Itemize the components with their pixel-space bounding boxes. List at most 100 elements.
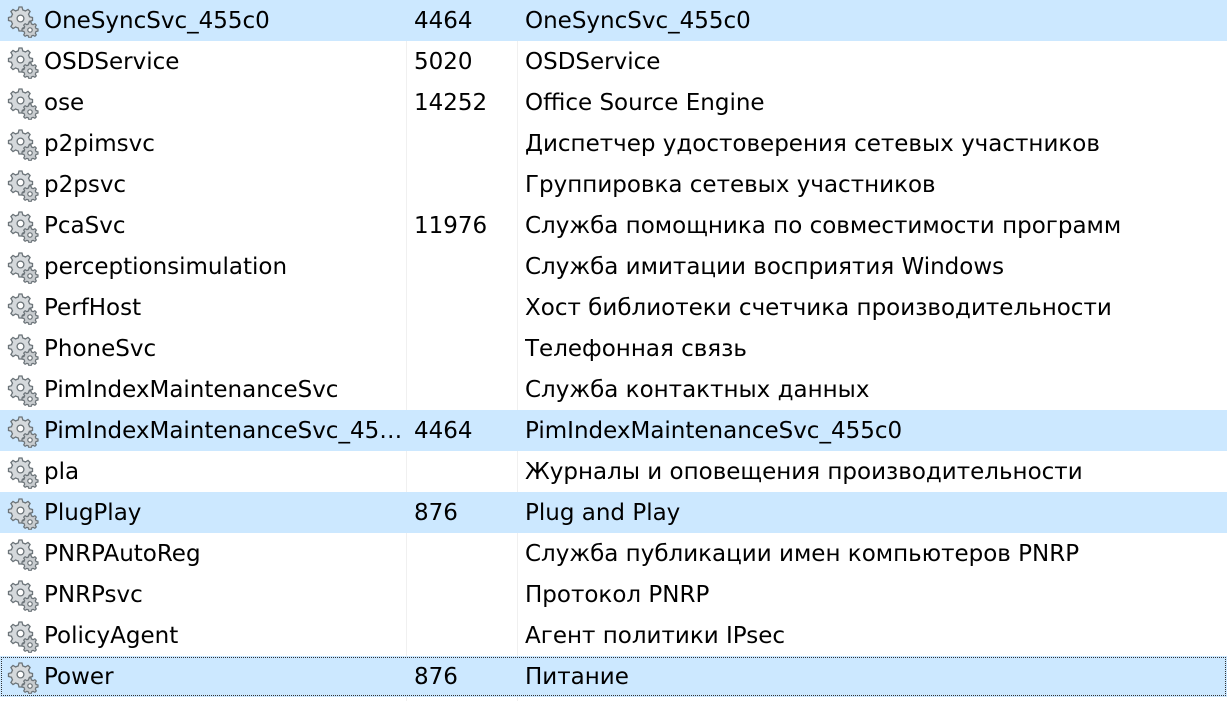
service-name-cell: pla [6,451,404,492]
service-pid [414,328,514,369]
service-description: Протокол PNRP [525,581,710,608]
service-name-cell: PNRPsvc [6,574,404,615]
service-pid: 876 [414,663,458,690]
service-row[interactable]: PlugPlay 876 Plug and Play [0,492,1227,533]
service-description: Office Source Engine [525,89,765,116]
service-description: Агент политики IPsec [525,622,785,649]
service-row[interactable]: Power 876 Питание [0,656,1227,697]
service-gear-icon [7,5,39,38]
service-gear-icon [7,620,39,653]
service-name: PNRPAutoReg [44,540,201,567]
service-name: p2psvc [44,171,127,198]
service-description: Телефонная связь [525,335,747,362]
service-name: PcaSvc [44,212,126,239]
service-gear-icon [7,46,39,79]
service-row[interactable]: PhoneSvc Телефонная связь [0,328,1227,369]
service-name-cell: p2psvc [6,164,404,205]
service-pid: 11976 [414,212,488,239]
service-name-cell: ose [6,82,404,123]
service-name: PimIndexMaintenanceSvc_45… [44,417,403,444]
service-name: PhoneSvc [44,335,157,362]
service-row[interactable]: p2pimsvc Диспетчер удостоверения сетевых… [0,123,1227,164]
service-gear-icon [7,292,39,325]
service-gear-icon [7,538,39,571]
service-row[interactable]: PNRPsvc Протокол PNRP [0,574,1227,615]
service-pid [414,287,514,328]
service-description: Plug and Play [525,499,681,526]
service-row[interactable]: perceptionsimulation Служба имитации вос… [0,246,1227,287]
service-row[interactable]: pla Журналы и оповещения производительно… [0,451,1227,492]
service-name-cell: perceptionsimulation [6,246,404,287]
service-name-cell: PimIndexMaintenanceSvc [6,369,404,410]
service-pid [414,615,514,656]
service-gear-icon [7,456,39,489]
service-pid: 4464 [414,417,473,444]
service-name: PimIndexMaintenanceSvc [44,376,339,403]
service-name: ose [44,89,85,116]
service-name-cell: p2pimsvc [6,123,404,164]
service-name-cell: PcaSvc [6,205,404,246]
service-pid [414,574,514,615]
service-name-cell: OneSyncSvc_455c0 [6,0,404,41]
service-row[interactable]: PimIndexMaintenanceSvc Служба контактных… [0,369,1227,410]
service-pid [414,451,514,492]
service-pid [414,123,514,164]
service-name-cell: PimIndexMaintenanceSvc_45… [6,410,404,451]
service-gear-icon [7,415,39,448]
service-name: PerfHost [44,294,142,321]
service-row[interactable]: OneSyncSvc_455c0 4464 OneSyncSvc_455c0 [0,0,1227,41]
service-name: perceptionsimulation [44,253,288,280]
service-gear-icon [7,497,39,530]
service-description: Хост библиотеки счетчика производительно… [525,294,1112,321]
service-description: OSDService [525,48,661,75]
service-pid: 4464 [414,7,473,34]
service-pid [414,369,514,410]
service-name-cell: PNRPAutoReg [6,533,404,574]
service-description: Журналы и оповещения производительности [525,458,1083,485]
service-description: Служба имитации восприятия Windows [525,253,1005,280]
service-row[interactable]: PcaSvc 11976 Служба помощника по совмест… [0,205,1227,246]
service-row[interactable]: PNRPAutoReg Служба публикации имен компь… [0,533,1227,574]
service-description: Диспетчер удостоверения сетевых участник… [525,130,1100,157]
service-pid: 5020 [414,48,473,75]
service-name: OneSyncSvc_455c0 [44,7,270,34]
service-row[interactable]: PerfHost Хост библиотеки счетчика произв… [0,287,1227,328]
service-gear-icon [7,661,39,694]
service-description: Служба помощника по совместимости програ… [525,212,1122,239]
service-description: Питание [525,663,629,690]
service-description: PimIndexMaintenanceSvc_455c0 [525,417,903,444]
service-pid [414,246,514,287]
service-name: PolicyAgent [44,622,179,649]
service-description: Служба публикации имен компьютеров PNRP [525,540,1080,567]
service-row[interactable]: p2psvc Группировка сетевых участников [0,164,1227,205]
service-gear-icon [7,87,39,120]
service-name: PNRPsvc [44,581,143,608]
service-pid: 14252 [414,89,488,116]
service-pid [414,164,514,205]
service-gear-icon [7,251,39,284]
service-pid [414,533,514,574]
service-name: pla [44,458,80,485]
service-name-cell: PlugPlay [6,492,404,533]
service-description: Служба контактных данных [525,376,870,403]
service-row[interactable]: PimIndexMaintenanceSvc_45… 4464 PimIndex… [0,410,1227,451]
service-gear-icon [7,128,39,161]
service-name: Power [44,663,114,690]
service-name-cell: PerfHost [6,287,404,328]
service-gear-icon [7,579,39,612]
service-row[interactable]: OSDService 5020 OSDService [0,41,1227,82]
service-row[interactable]: ose 14252 Office Source Engine [0,82,1227,123]
service-gear-icon [7,374,39,407]
service-description: Группировка сетевых участников [525,171,936,198]
service-name-cell: OSDService [6,41,404,82]
service-name-cell: PolicyAgent [6,615,404,656]
service-name: OSDService [44,48,180,75]
service-name-cell: PhoneSvc [6,328,404,369]
service-pid: 876 [414,499,458,526]
service-gear-icon [7,333,39,366]
service-gear-icon [7,210,39,243]
services-list[interactable]: OneSyncSvc_455c0 4464 OneSyncSvc_455c0 O… [0,0,1227,701]
service-description: OneSyncSvc_455c0 [525,7,751,34]
service-row[interactable]: PolicyAgent Агент политики IPsec [0,615,1227,656]
service-name: p2pimsvc [44,130,155,157]
